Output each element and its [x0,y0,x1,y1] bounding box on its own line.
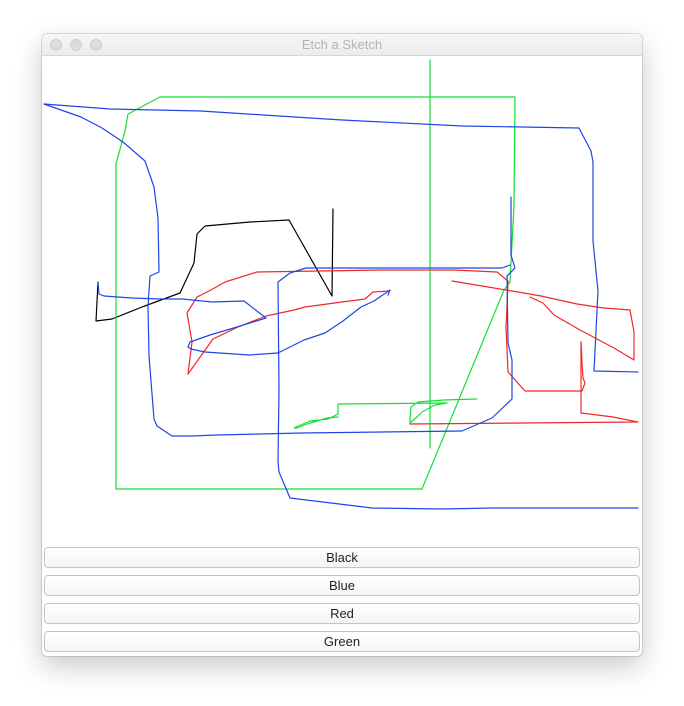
drawing-canvas[interactable] [42,56,642,544]
blue-stroke [97,281,391,356]
black-button[interactable]: Black [44,547,640,568]
blue-button[interactable]: Blue [44,575,640,596]
red-stroke [451,280,635,361]
red-stroke [186,269,586,392]
window-title: Etch a Sketch [301,37,383,52]
red-stroke [409,341,639,425]
red-button[interactable]: Red [44,603,640,624]
title-bar: Etch a Sketch [42,34,642,56]
green-stroke [115,96,516,490]
app-window: Etch a Sketch Black Blue Red Green [42,34,642,656]
black-stroke [95,208,334,322]
green-button[interactable]: Green [44,631,640,652]
blue-stroke [43,103,639,373]
